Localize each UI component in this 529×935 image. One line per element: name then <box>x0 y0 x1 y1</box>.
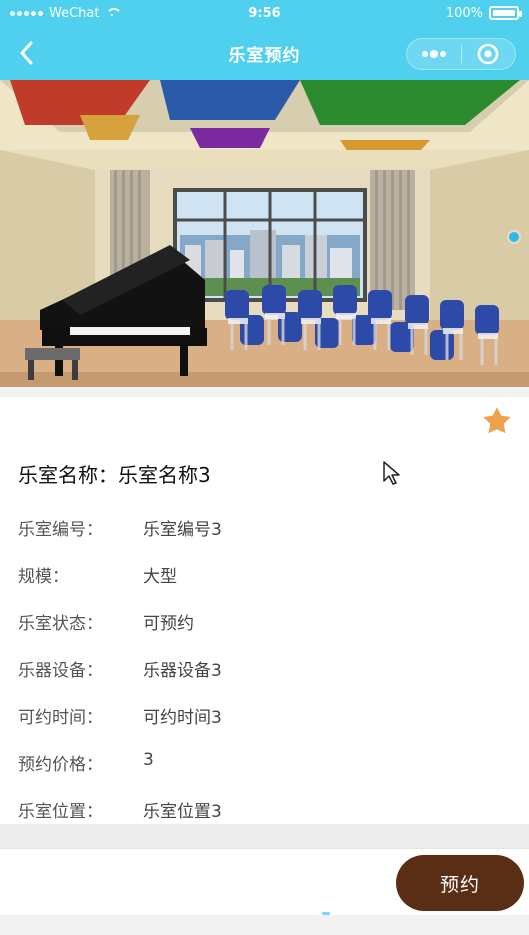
spacer-bottom <box>0 824 529 848</box>
field-location: 乐室位置： 乐室位置3 <box>18 797 222 822</box>
status-time: 9:56 <box>248 5 281 21</box>
star-icon <box>483 407 511 434</box>
wifi-icon <box>105 8 123 18</box>
page-title: 乐室预约 <box>228 45 301 66</box>
field-price: 预约价格： 3 <box>18 750 154 775</box>
more-dots-icon <box>422 50 446 58</box>
field-value: 乐器设备3 <box>143 661 222 681</box>
nav-bar: 乐室预约 <box>0 26 529 80</box>
field-value: 大型 <box>143 567 177 587</box>
app-root: WeChat 9:56 100% 乐室预约 乐室名称：乐室名称3 乐室编号： 乐… <box>0 0 529 935</box>
field-status: 乐室状态： 可预约 <box>18 609 194 634</box>
status-left: WeChat <box>10 6 150 21</box>
bottom-indicator <box>322 912 330 915</box>
carousel-indicator-dot <box>509 232 519 242</box>
bottom-action-bar: 预约 <box>0 848 529 915</box>
field-available-time: 可约时间： 可约时间3 <box>18 703 222 728</box>
spacer-top <box>0 387 529 397</box>
field-label: 规模： <box>18 567 69 587</box>
status-right: 100% <box>379 5 522 21</box>
field-label: 预约价格： <box>18 755 103 775</box>
back-button[interactable] <box>10 36 44 70</box>
music-room-image <box>0 80 529 387</box>
mouse-cursor-icon <box>383 461 400 485</box>
battery-percent: 100% <box>445 5 483 21</box>
room-name-row: 乐室名称：乐室名称3 <box>18 459 211 488</box>
more-button[interactable] <box>417 42 451 66</box>
field-label: 乐器设备： <box>18 661 103 681</box>
capsule-divider <box>460 45 462 63</box>
room-image-carousel[interactable] <box>0 80 529 387</box>
field-value: 乐室编号3 <box>143 520 222 540</box>
favorite-button[interactable] <box>479 403 515 439</box>
field-label: 乐室状态： <box>18 614 103 634</box>
field-value: 可约时间3 <box>143 708 222 728</box>
field-size: 规模： 大型 <box>18 562 177 587</box>
wechat-capsule <box>406 38 516 70</box>
room-name-label: 乐室名称： <box>18 463 118 487</box>
back-chevron-icon <box>20 41 33 65</box>
field-label: 可约时间： <box>18 708 103 728</box>
reserve-button[interactable]: 预约 <box>396 855 524 911</box>
room-detail-card: 乐室名称：乐室名称3 乐室编号： 乐室编号3 规模： 大型 乐室状态： 可预约 … <box>0 397 529 824</box>
status-bar: WeChat 9:56 100% <box>0 0 529 26</box>
field-label: 乐室编号： <box>18 520 103 540</box>
divider <box>0 848 529 849</box>
field-label: 乐室位置： <box>18 802 103 822</box>
close-miniapp-button[interactable] <box>471 42 505 66</box>
field-equipment: 乐器设备： 乐器设备3 <box>18 656 222 681</box>
field-value: 3 <box>143 750 154 770</box>
room-name-value: 乐室名称3 <box>118 463 211 487</box>
battery-fill <box>493 10 515 16</box>
field-value: 可预约 <box>143 614 194 634</box>
target-close-icon <box>477 43 499 65</box>
battery-icon <box>489 6 522 20</box>
field-value: 乐室位置3 <box>143 802 222 822</box>
carrier-text: WeChat <box>49 5 100 21</box>
field-room-code: 乐室编号： 乐室编号3 <box>18 515 222 540</box>
signal-icon <box>10 10 43 16</box>
